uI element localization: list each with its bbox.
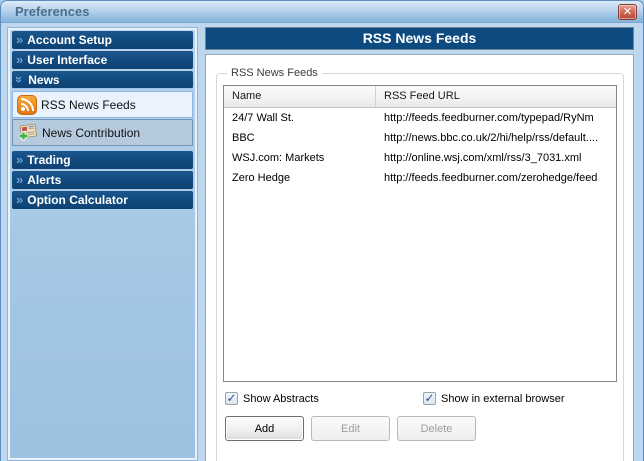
show-abstracts-checkbox[interactable]: ✓ Show Abstracts [225, 391, 423, 406]
close-icon[interactable]: ✕ [618, 4, 637, 20]
checkbox-checked-icon[interactable]: ✓ [423, 392, 436, 405]
group-title: RSS News Feeds [227, 67, 322, 79]
sidebar-item-trading[interactable]: » Trading [12, 151, 193, 169]
chevron-right-icon: » [16, 33, 23, 46]
window-title: Preferences [15, 4, 89, 19]
preferences-window: Preferences ✕ » Account Setup » User Int… [0, 0, 644, 461]
news-subsection: RSS News Feeds [12, 91, 193, 146]
chevron-right-icon: » [16, 53, 23, 66]
window-body: » Account Setup » User Interface » News … [1, 23, 643, 461]
feeds-table[interactable]: Name RSS Feed URL 24/7 Wall St. http://f… [223, 85, 617, 382]
page-title: RSS News Feeds [205, 27, 634, 50]
sidebar-item-news-contribution[interactable]: News Contribution [12, 119, 193, 146]
sidebar-item-news[interactable]: » News [12, 71, 193, 89]
column-header-name[interactable]: Name [224, 86, 376, 107]
edit-button[interactable]: Edit [311, 416, 390, 441]
delete-button[interactable]: Delete [397, 416, 476, 441]
actions-row: Add Edit Delete [225, 416, 617, 441]
sidebar-item-account-setup[interactable]: » Account Setup [12, 31, 193, 49]
title-bar[interactable]: Preferences ✕ [1, 1, 643, 23]
show-external-browser-checkbox[interactable]: ✓ Show in external browser [423, 391, 565, 406]
sidebar-item-option-calculator[interactable]: » Option Calculator [12, 191, 193, 209]
add-button[interactable]: Add [225, 416, 304, 441]
content-panel: RSS News Feeds Name RSS Feed URL 24/7 Wa… [205, 54, 634, 461]
table-row[interactable]: Zero Hedge http://feeds.feedburner.com/z… [224, 168, 616, 188]
checkbox-checked-icon[interactable]: ✓ [225, 392, 238, 405]
sidebar: » Account Setup » User Interface » News … [7, 27, 198, 461]
rss-icon [17, 95, 37, 115]
table-row[interactable]: WSJ.com: Markets http://online.wsj.com/x… [224, 148, 616, 168]
chevron-right-icon: » [16, 193, 23, 206]
chevron-down-icon: » [13, 76, 26, 83]
rss-feeds-group: RSS News Feeds Name RSS Feed URL 24/7 Wa… [216, 67, 624, 461]
table-header: Name RSS Feed URL [224, 86, 616, 108]
main-panel: RSS News Feeds RSS News Feeds Name RSS F… [205, 27, 634, 461]
sidebar-item-rss-news-feeds[interactable]: RSS News Feeds [12, 91, 193, 118]
table-row[interactable]: 24/7 Wall St. http://feeds.feedburner.co… [224, 108, 616, 128]
options-row: ✓ Show Abstracts ✓ Show in external brow… [225, 391, 617, 406]
sidebar-item-alerts[interactable]: » Alerts [12, 171, 193, 189]
table-row[interactable]: BBC http://news.bbc.co.uk/2/hi/help/rss/… [224, 128, 616, 148]
column-header-url[interactable]: RSS Feed URL [376, 86, 616, 107]
sidebar-item-user-interface[interactable]: » User Interface [12, 51, 193, 69]
chevron-right-icon: » [16, 173, 23, 186]
news-add-icon [17, 122, 39, 143]
chevron-right-icon: » [16, 153, 23, 166]
